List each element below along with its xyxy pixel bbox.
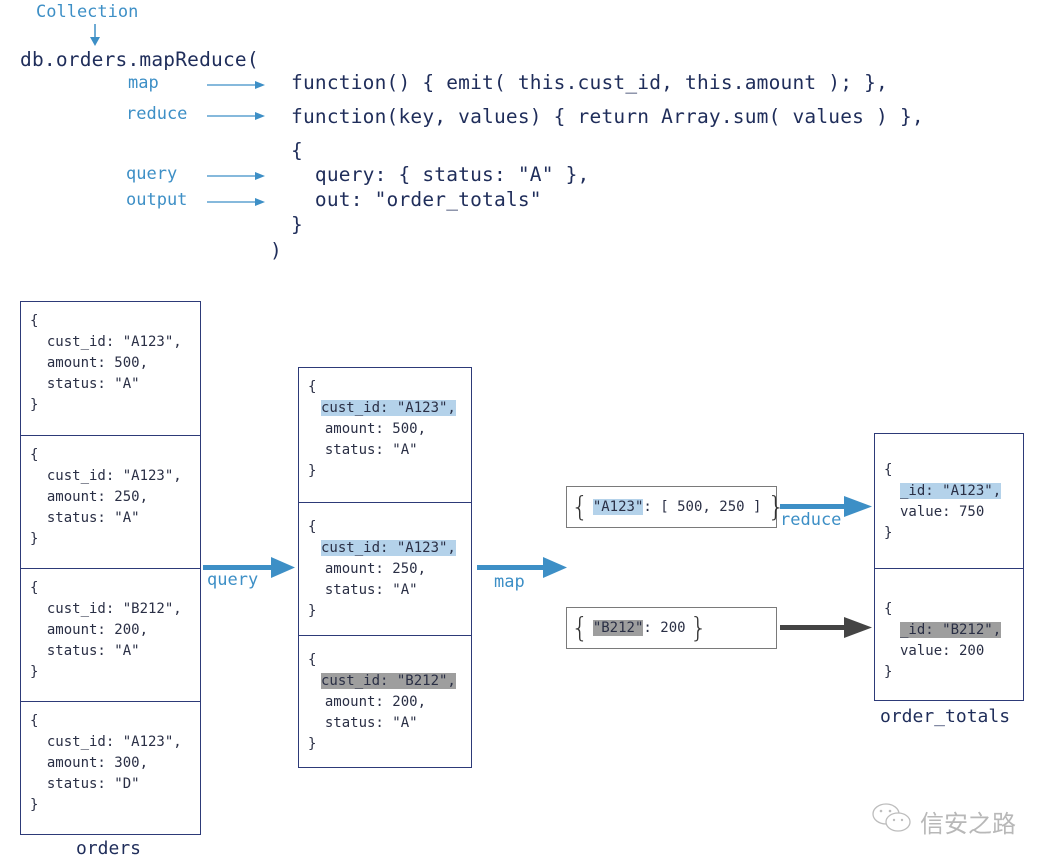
doc-amount: amount: 200, bbox=[30, 622, 149, 638]
pair-close-brace: } bbox=[689, 611, 708, 644]
doc-open-brace: { bbox=[30, 713, 39, 729]
query-stage-label: query bbox=[207, 570, 259, 590]
reduce-param-arrow-icon bbox=[207, 112, 265, 120]
pair-values: : 200 bbox=[643, 620, 686, 636]
doc-open-brace: { bbox=[308, 519, 317, 535]
orders-document: { cust_id: "A123", amount: 500, status: … bbox=[21, 302, 200, 436]
doc-status: status: "D" bbox=[30, 776, 140, 792]
query-result-document: { cust_id: "B212", amount: 200, status: … bbox=[299, 635, 471, 767]
output-param-arrow-icon bbox=[207, 198, 265, 206]
doc-cust-id-highlighted: cust_id: "A123", bbox=[321, 540, 456, 556]
doc-close-brace: } bbox=[30, 797, 39, 813]
doc-open-brace: { bbox=[308, 652, 317, 668]
doc-cust-id-highlighted: cust_id: "A123", bbox=[321, 400, 456, 416]
out-option-code: out: "order_totals" bbox=[291, 188, 542, 211]
doc-open-brace: { bbox=[30, 447, 39, 463]
doc-cust-id: cust_id: "A123", bbox=[30, 734, 182, 750]
doc-cust-id: cust_id: "B212", bbox=[30, 601, 182, 617]
doc-amount: amount: 200, bbox=[308, 694, 427, 710]
pair-open-brace: { bbox=[571, 490, 589, 523]
query-param-arrow-icon bbox=[207, 172, 265, 180]
doc-amount: amount: 500, bbox=[308, 421, 427, 437]
doc-status: status: "A" bbox=[30, 510, 140, 526]
query-option-code: query: { status: "A" }, bbox=[291, 163, 590, 186]
doc-value: value: 200 bbox=[900, 643, 985, 659]
doc-open-brace: { bbox=[884, 601, 893, 617]
doc-close-brace: } bbox=[884, 664, 893, 680]
param-label-reduce: reduce bbox=[126, 104, 188, 124]
pair-key: "A123" bbox=[592, 499, 644, 515]
map-function-code: function() { emit( this.cust_id, this.am… bbox=[291, 71, 888, 94]
reduce-stage-label: reduce bbox=[780, 510, 842, 530]
param-label-query: query bbox=[126, 164, 178, 184]
order-totals-collection: { _id: "A123", value: 750 } { _id: "B212… bbox=[874, 433, 1024, 701]
orders-document: { cust_id: "A123", amount: 300, status: … bbox=[21, 701, 200, 834]
doc-amount: amount: 250, bbox=[308, 561, 427, 577]
map-stage-label: map bbox=[494, 572, 525, 592]
orders-document: { cust_id: "A123", amount: 250, status: … bbox=[21, 435, 200, 569]
doc-amount: amount: 500, bbox=[30, 355, 149, 371]
doc-open-brace: { bbox=[30, 313, 39, 329]
doc-close-brace: } bbox=[30, 664, 39, 680]
reduce-function-code: function(key, values) { return Array.sum… bbox=[291, 105, 924, 128]
param-label-map: map bbox=[128, 73, 159, 93]
doc-open-brace: { bbox=[884, 462, 893, 478]
doc-open-brace: { bbox=[308, 379, 317, 395]
pair-key: "B212" bbox=[592, 620, 644, 636]
wechat-icon bbox=[872, 803, 911, 832]
doc-cust-id-highlighted: cust_id: "B212", bbox=[321, 673, 456, 689]
orders-collection: { cust_id: "A123", amount: 500, status: … bbox=[20, 301, 201, 835]
doc-id-highlighted: _id: "B212", bbox=[900, 622, 1002, 638]
doc-status: status: "A" bbox=[30, 376, 140, 392]
order-totals-document: { _id: "A123", value: 750 } bbox=[875, 434, 1023, 568]
map-param-arrow-icon bbox=[207, 81, 265, 89]
doc-status: status: "A" bbox=[308, 442, 418, 458]
doc-close-brace: } bbox=[308, 463, 317, 479]
collection-arrow-icon bbox=[90, 24, 100, 46]
doc-cust-id: cust_id: "A123", bbox=[30, 334, 182, 350]
orders-document: { cust_id: "B212", amount: 200, status: … bbox=[21, 568, 200, 702]
collection-label: Collection bbox=[36, 2, 139, 22]
query-results: { cust_id: "A123", amount: 500, status: … bbox=[298, 367, 472, 768]
passthrough-arrow-icon bbox=[780, 617, 872, 638]
doc-close-brace: } bbox=[884, 525, 893, 541]
doc-cust-id: cust_id: "A123", bbox=[30, 468, 182, 484]
pair-values: : [ 500, 250 ] bbox=[643, 499, 762, 515]
query-result-document: { cust_id: "A123", amount: 250, status: … bbox=[299, 502, 471, 635]
order-totals-document: { _id: "B212", value: 200 } bbox=[875, 568, 1023, 700]
doc-value: value: 750 bbox=[900, 504, 985, 520]
mapreduce-call: db.orders.mapReduce( bbox=[20, 48, 259, 71]
mapreduce-close-paren: ) bbox=[270, 239, 282, 262]
doc-amount: amount: 300, bbox=[30, 755, 149, 771]
doc-close-brace: } bbox=[30, 531, 39, 547]
query-result-document: { cust_id: "A123", amount: 500, status: … bbox=[299, 368, 471, 502]
param-label-output: output bbox=[126, 190, 188, 210]
doc-close-brace: } bbox=[308, 603, 317, 619]
options-open-brace: { bbox=[291, 139, 303, 162]
map-pair-a123: { "A123" : [ 500, 250 ] } bbox=[566, 486, 785, 528]
watermark-text: 信安之路 bbox=[920, 810, 1016, 838]
options-close-brace: } bbox=[291, 213, 303, 236]
doc-status: status: "A" bbox=[30, 643, 140, 659]
doc-status: status: "A" bbox=[308, 715, 418, 731]
doc-id-highlighted: _id: "A123", bbox=[900, 483, 1002, 499]
orders-caption: orders bbox=[76, 838, 142, 859]
doc-status: status: "A" bbox=[308, 582, 418, 598]
doc-amount: amount: 250, bbox=[30, 489, 149, 505]
pair-open-brace: { bbox=[571, 611, 589, 644]
doc-open-brace: { bbox=[30, 580, 39, 596]
order-totals-caption: order_totals bbox=[880, 706, 1011, 727]
map-pair-b212: { "B212" : 200 } bbox=[566, 607, 777, 649]
doc-close-brace: } bbox=[308, 736, 317, 752]
doc-close-brace: } bbox=[30, 397, 39, 413]
